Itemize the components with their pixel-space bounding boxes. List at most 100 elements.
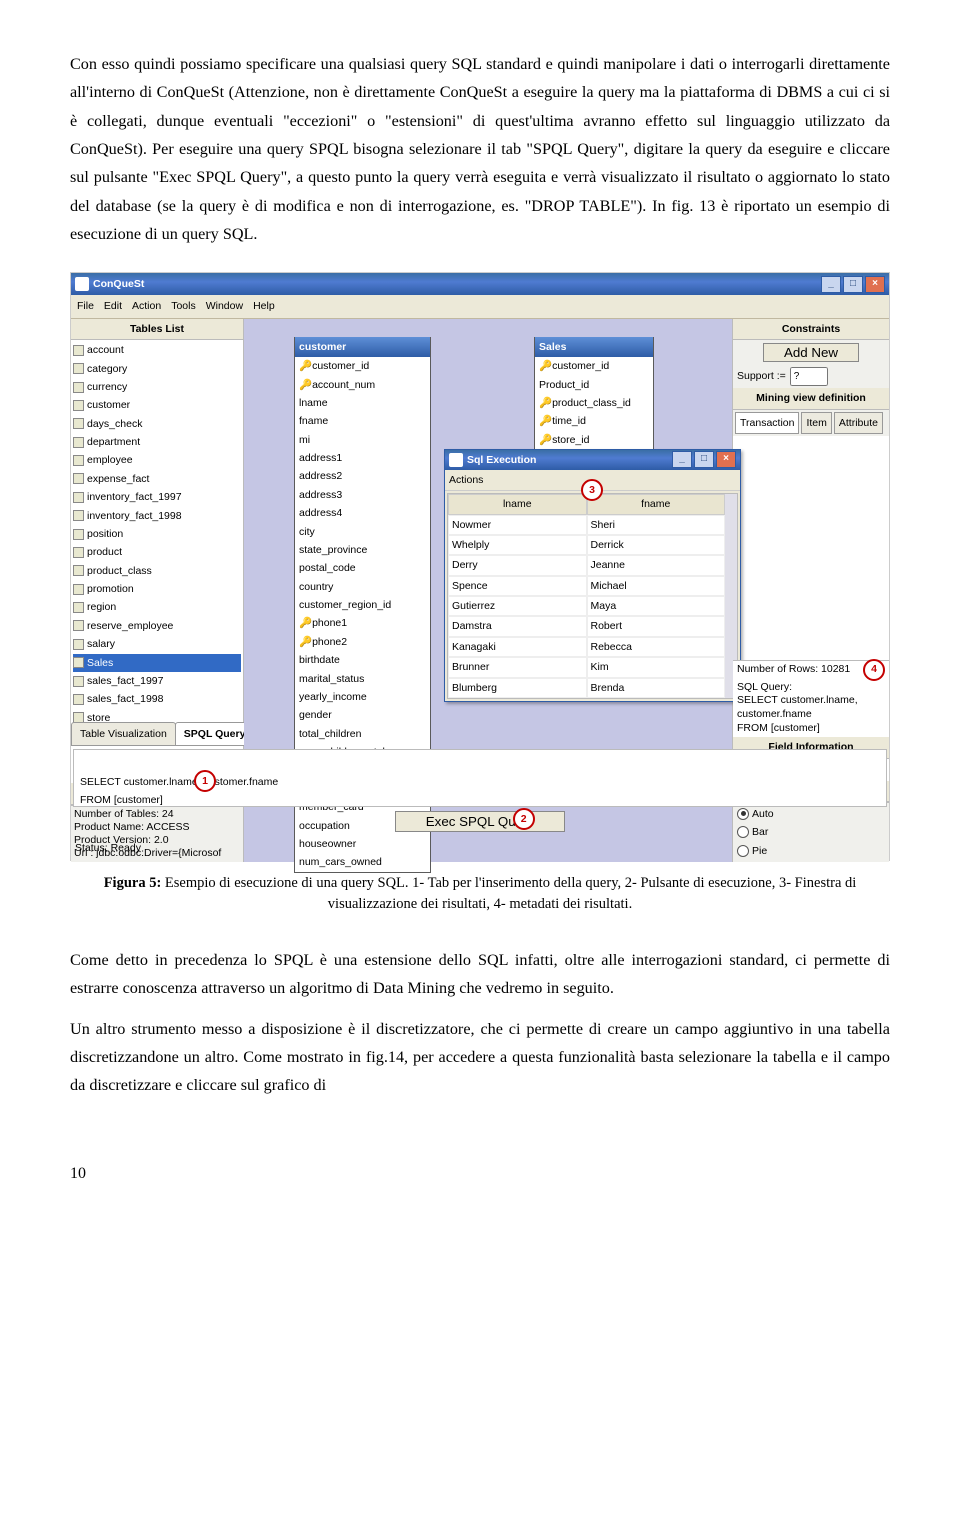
add-new-button[interactable]: Add New	[763, 343, 859, 362]
table-item[interactable]: employee	[73, 451, 241, 469]
table-item[interactable]: sales_fact_1998	[73, 690, 241, 708]
field-item[interactable]: 🔑store_id	[535, 431, 653, 449]
radio-pie[interactable]	[737, 845, 749, 857]
bottom-tab[interactable]: Table Visualization	[71, 722, 176, 746]
result-cell[interactable]: Kim	[587, 657, 726, 677]
table-item[interactable]: expense_fact	[73, 470, 241, 488]
field-item[interactable]: gender	[295, 706, 430, 724]
result-cell[interactable]: Derry	[448, 555, 587, 575]
table-item[interactable]: inventory_fact_1998	[73, 507, 241, 525]
table-item[interactable]: salary	[73, 635, 241, 653]
field-item[interactable]: address4	[295, 504, 430, 522]
field-item[interactable]: city	[295, 523, 430, 541]
results-grid[interactable]: lnamefnameNowmerSheriWhelplyDerrickDerry…	[447, 493, 738, 699]
table-item[interactable]: Sales	[73, 654, 241, 672]
column-header-fname[interactable]: fname	[587, 494, 726, 514]
exec-spql-button[interactable]: Exec SPQL Query	[395, 811, 565, 832]
table-item[interactable]: category	[73, 360, 241, 378]
sql-max-icon[interactable]: □	[694, 451, 714, 468]
annotation-3: 3	[581, 479, 603, 501]
menu-edit[interactable]: Edit	[104, 297, 122, 315]
result-cell[interactable]: Spence	[448, 576, 587, 596]
table-item[interactable]: promotion	[73, 580, 241, 598]
field-item[interactable]: 🔑phone1	[295, 614, 430, 632]
column-header-lname[interactable]: lname	[448, 494, 587, 514]
field-item[interactable]: total_children	[295, 725, 430, 743]
field-item[interactable]: houseowner	[295, 835, 430, 853]
main-window-titlebar[interactable]: ConQueSt _ □ ×	[71, 273, 889, 295]
table-item[interactable]: product	[73, 543, 241, 561]
result-cell[interactable]: Michael	[587, 576, 726, 596]
field-item[interactable]: state_province	[295, 541, 430, 559]
result-cell[interactable]: Jeanne	[587, 555, 726, 575]
table-item[interactable]: region	[73, 598, 241, 616]
result-cell[interactable]: Brenda	[587, 678, 726, 698]
field-item[interactable]: birthdate	[295, 651, 430, 669]
field-item[interactable]: postal_code	[295, 559, 430, 577]
field-item[interactable]: lname	[295, 394, 430, 412]
customer-table-header[interactable]: customer	[295, 337, 430, 357]
mv-tab[interactable]: Item	[801, 412, 831, 434]
table-item[interactable]: account	[73, 341, 241, 359]
field-item[interactable]: 🔑customer_id	[295, 357, 430, 375]
menubar: File Edit Action Tools Window Help	[71, 295, 889, 318]
table-item[interactable]: reserve_employee	[73, 617, 241, 635]
field-item[interactable]: 🔑customer_id	[535, 357, 653, 375]
field-item[interactable]: 🔑product_class_id	[535, 394, 653, 412]
table-item[interactable]: customer	[73, 396, 241, 414]
field-item[interactable]: customer_region_id	[295, 596, 430, 614]
menu-tools[interactable]: Tools	[171, 297, 196, 315]
menu-window[interactable]: Window	[206, 297, 243, 315]
field-item[interactable]: marital_status	[295, 670, 430, 688]
sql-close-icon[interactable]: ×	[716, 451, 736, 468]
table-item[interactable]: inventory_fact_1997	[73, 488, 241, 506]
result-cell[interactable]: Brunner	[448, 657, 587, 677]
field-item[interactable]: 🔑phone2	[295, 633, 430, 651]
menu-action[interactable]: Action	[132, 297, 161, 315]
result-cell[interactable]: Sheri	[587, 515, 726, 535]
support-input[interactable]	[790, 367, 828, 386]
result-cell[interactable]: Whelply	[448, 535, 587, 555]
bottom-tab[interactable]: SPQL Query	[175, 722, 255, 746]
result-cell[interactable]: Maya	[587, 596, 726, 616]
result-cell[interactable]: Rebecca	[587, 637, 726, 657]
mv-tab[interactable]: Attribute	[834, 412, 883, 434]
field-item[interactable]: country	[295, 578, 430, 596]
sql-min-icon[interactable]: _	[672, 451, 692, 468]
field-item[interactable]: mi	[295, 431, 430, 449]
table-item[interactable]: product_class	[73, 562, 241, 580]
field-item[interactable]: yearly_income	[295, 688, 430, 706]
menu-help[interactable]: Help	[253, 297, 275, 315]
menu-file[interactable]: File	[77, 297, 94, 315]
close-icon[interactable]: ×	[865, 276, 885, 293]
result-cell[interactable]: Blumberg	[448, 678, 587, 698]
field-item[interactable]: 🔑time_id	[535, 412, 653, 430]
result-cell[interactable]: Damstra	[448, 616, 587, 636]
sales-table-header[interactable]: Sales	[535, 337, 653, 357]
field-item[interactable]: Product_id	[535, 376, 653, 394]
field-item[interactable]: fname	[295, 412, 430, 430]
result-cell[interactable]: Robert	[587, 616, 726, 636]
field-item[interactable]: address3	[295, 486, 430, 504]
sql-execution-title: Sql Execution	[467, 451, 536, 469]
table-item[interactable]: sales_fact_1997	[73, 672, 241, 690]
result-cell[interactable]: Kanagaki	[448, 637, 587, 657]
table-item[interactable]: department	[73, 433, 241, 451]
sql-query-label: SQL Query:	[737, 681, 885, 695]
field-item[interactable]: 🔑account_num	[295, 376, 430, 394]
annotation-1: 1	[194, 770, 216, 792]
result-cell[interactable]: Nowmer	[448, 515, 587, 535]
result-cell[interactable]: Derrick	[587, 535, 726, 555]
maximize-icon[interactable]: □	[843, 276, 863, 293]
field-item[interactable]: address2	[295, 467, 430, 485]
table-item[interactable]: position	[73, 525, 241, 543]
table-item[interactable]: days_check	[73, 415, 241, 433]
field-item[interactable]: address1	[295, 449, 430, 467]
table-item[interactable]: currency	[73, 378, 241, 396]
tables-list[interactable]: accountcategorycurrencycustomerdays_chec…	[71, 340, 243, 783]
mv-tab[interactable]: Transaction	[735, 412, 799, 434]
spql-query-textarea[interactable]: SELECT customer.lname, customer.fname FR…	[73, 749, 887, 807]
field-item[interactable]: num_cars_owned	[295, 853, 430, 871]
minimize-icon[interactable]: _	[821, 276, 841, 293]
result-cell[interactable]: Gutierrez	[448, 596, 587, 616]
